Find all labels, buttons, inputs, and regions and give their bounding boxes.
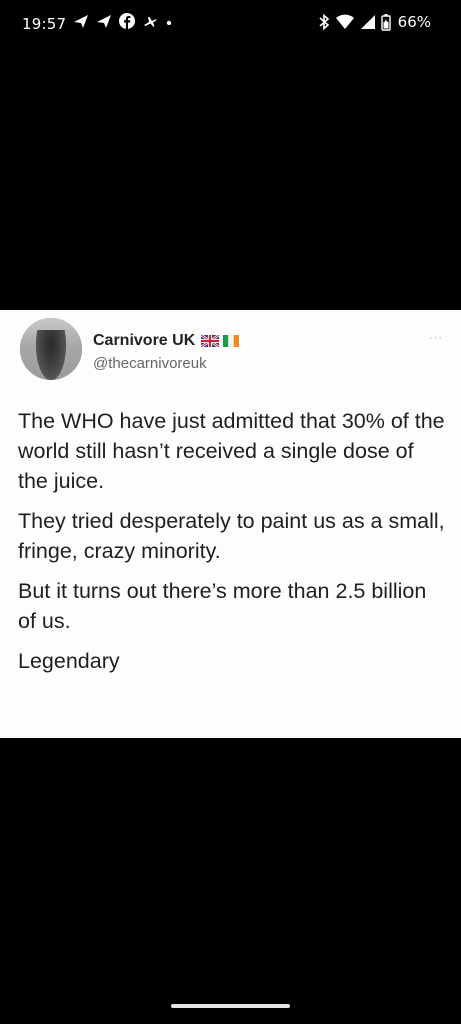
tweet-paragraph: They tried desperately to paint us as a …: [18, 509, 445, 563]
status-time: 19:57: [22, 15, 67, 33]
cell-signal-icon: [360, 15, 375, 29]
home-indicator[interactable]: [171, 1004, 290, 1008]
battery-icon: [380, 14, 391, 31]
wifi-icon: [335, 14, 354, 29]
notification-icons: [73, 13, 173, 29]
tweet-paragraph: The WHO have just admitted that 30% of t…: [18, 409, 445, 493]
screenshot-viewer: 19:57 66% Carnivore UK @thecarnivoreuk ·…: [0, 0, 461, 1024]
dot-icon: [166, 20, 172, 26]
ireland-flag-icon: [223, 335, 240, 347]
author-name: Carnivore UK: [93, 332, 196, 349]
bluetooth-icon: [319, 13, 329, 31]
tweet-paragraph: But it turns out there’s more than 2.5 b…: [18, 579, 427, 633]
tweet-card: Carnivore UK @thecarnivoreuk ··· The WHO…: [0, 310, 461, 738]
system-icons: 66%: [318, 13, 431, 31]
battery-percentage: 66%: [397, 13, 431, 31]
navigation-arrow-icon: [97, 15, 111, 28]
facebook-icon: [119, 13, 135, 29]
flags: [201, 335, 240, 347]
tweet-paragraph: Legendary: [18, 649, 120, 673]
status-bar: 19:57 66%: [0, 0, 461, 48]
uk-flag-icon: [201, 335, 220, 347]
more-options-button[interactable]: ···: [429, 332, 443, 344]
avatar: [20, 318, 82, 380]
navigation-arrow-icon: [74, 15, 88, 28]
airplane-icon: [144, 17, 157, 27]
author-name-row: Carnivore UK: [93, 332, 240, 350]
tweet-text: The WHO have just admitted that 30% of t…: [18, 406, 446, 686]
author-handle: @thecarnivoreuk: [93, 355, 207, 372]
